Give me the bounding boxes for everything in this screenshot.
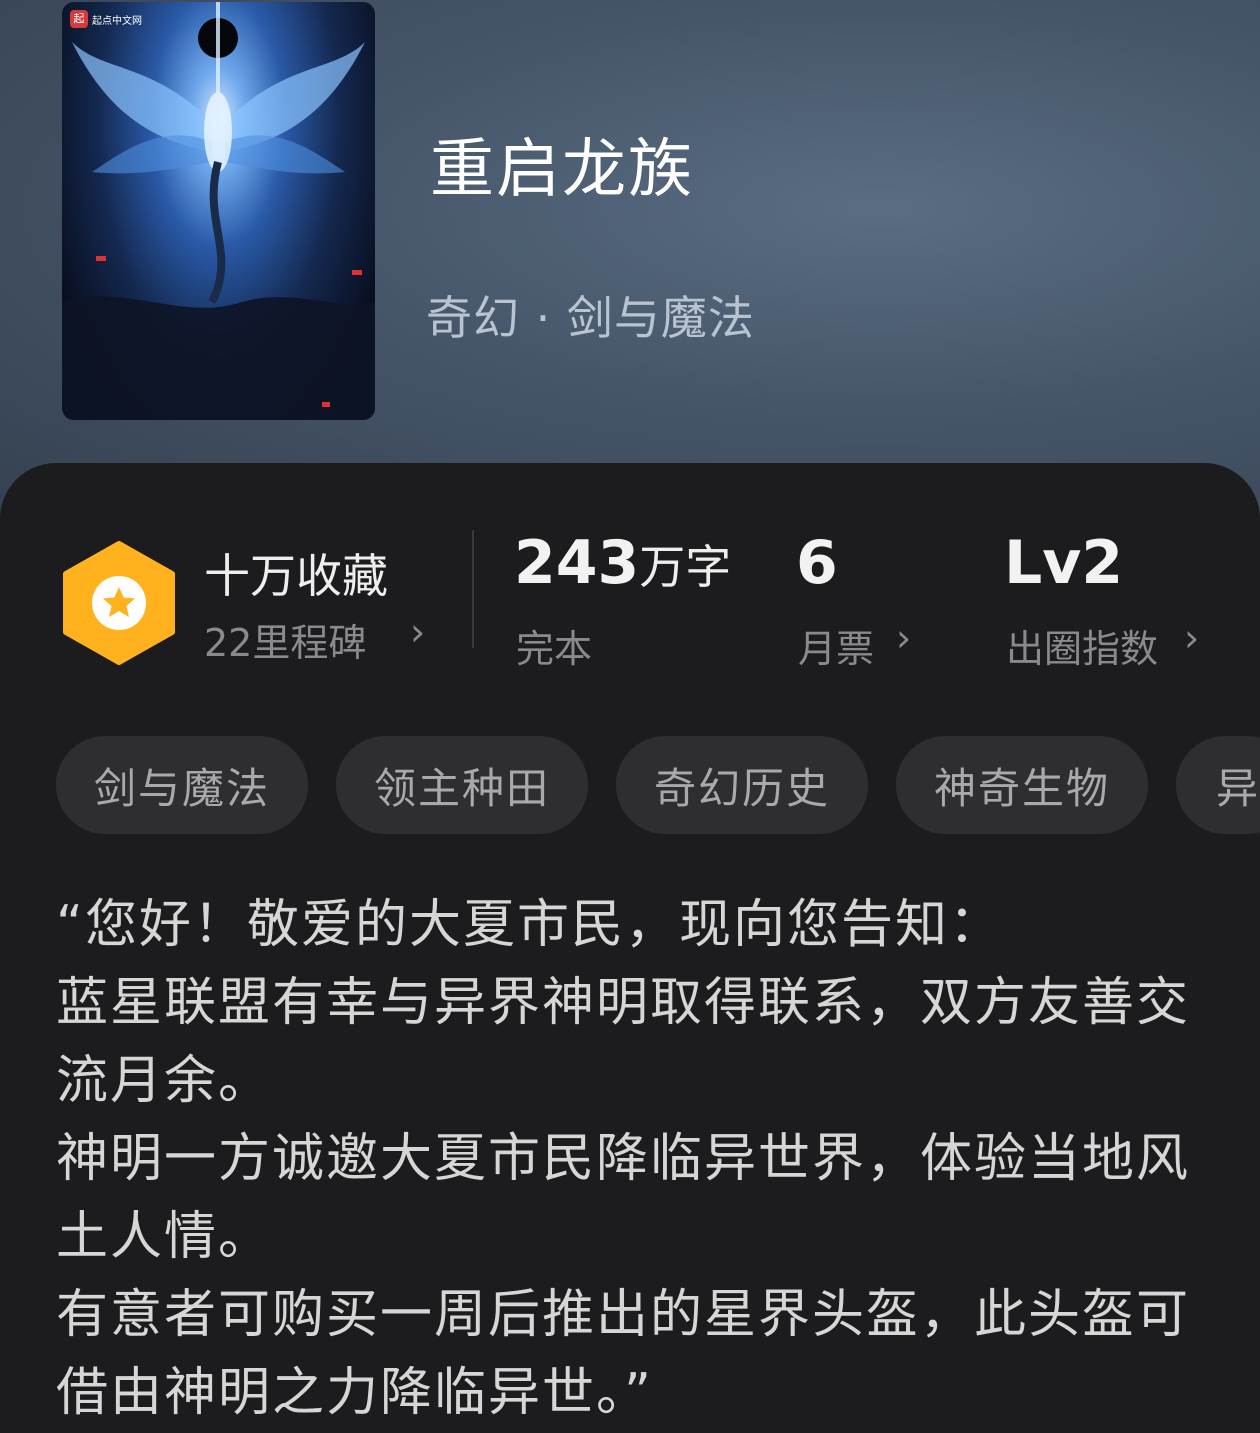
- level-number: Lv2: [1004, 528, 1124, 598]
- tag-list: 剑与魔法 领主种田 奇幻历史 神奇生物 异: [56, 736, 1260, 834]
- tag-chip[interactable]: 剑与魔法: [56, 736, 308, 834]
- description-paragraph: 神明一方诚邀大夏市民降临异世界，体验当地风土人情。: [56, 1129, 1191, 1267]
- completion-status: 完本: [516, 627, 593, 671]
- tag-chip[interactable]: 神奇生物: [896, 736, 1148, 834]
- tag-chip[interactable]: 领主种田: [336, 736, 588, 834]
- stats-divider: [472, 530, 474, 648]
- description-paragraph: “您好！敬爱的大夏市民，现向您告知：: [56, 895, 1003, 955]
- level-index-link[interactable]: 出圈指数: [1006, 618, 1158, 673]
- book-genre[interactable]: 奇幻 · 剑与魔法: [426, 282, 755, 348]
- publisher-name: 起点中文网: [92, 15, 142, 27]
- monthly-votes-link[interactable]: 月票: [798, 618, 874, 673]
- book-title: 重启龙族: [430, 133, 694, 207]
- monthly-votes-count: 6: [796, 528, 838, 598]
- monthly-votes-number: 6: [796, 528, 838, 598]
- star-badge-icon[interactable]: [60, 540, 178, 666]
- book-description[interactable]: “您好！敬爱的大夏市民，现向您告知： 蓝星联盟有幸与异界神明取得联系，双方友善交…: [56, 886, 1206, 1432]
- book-cover[interactable]: 起 起点中文网: [62, 2, 375, 420]
- collection-title[interactable]: 十万收藏: [204, 540, 388, 606]
- chevron-right-icon[interactable]: ›: [896, 616, 911, 660]
- level-value: Lv2: [1004, 528, 1123, 598]
- chevron-right-icon[interactable]: ›: [410, 610, 425, 654]
- chevron-right-icon[interactable]: ›: [1184, 616, 1199, 660]
- publisher-logo: 起: [70, 10, 88, 28]
- word-count-number: 243: [514, 528, 640, 598]
- word-count-unit: 万字: [639, 540, 732, 594]
- word-count: 243万字: [514, 528, 731, 598]
- cover-publisher-badge: 起 起点中文网: [70, 8, 142, 30]
- description-paragraph: 有意者可购买一周后推出的星界头盔，此头盔可借由神明之力降临异世。”: [56, 1285, 1191, 1423]
- tag-chip[interactable]: 异: [1176, 736, 1260, 834]
- tag-chip[interactable]: 奇幻历史: [616, 736, 868, 834]
- milestone-link[interactable]: 22里程碑: [204, 612, 366, 667]
- cover-artwork: [62, 2, 375, 420]
- description-paragraph: 蓝星联盟有幸与异界神明取得联系，双方友善交流月余。: [56, 973, 1191, 1111]
